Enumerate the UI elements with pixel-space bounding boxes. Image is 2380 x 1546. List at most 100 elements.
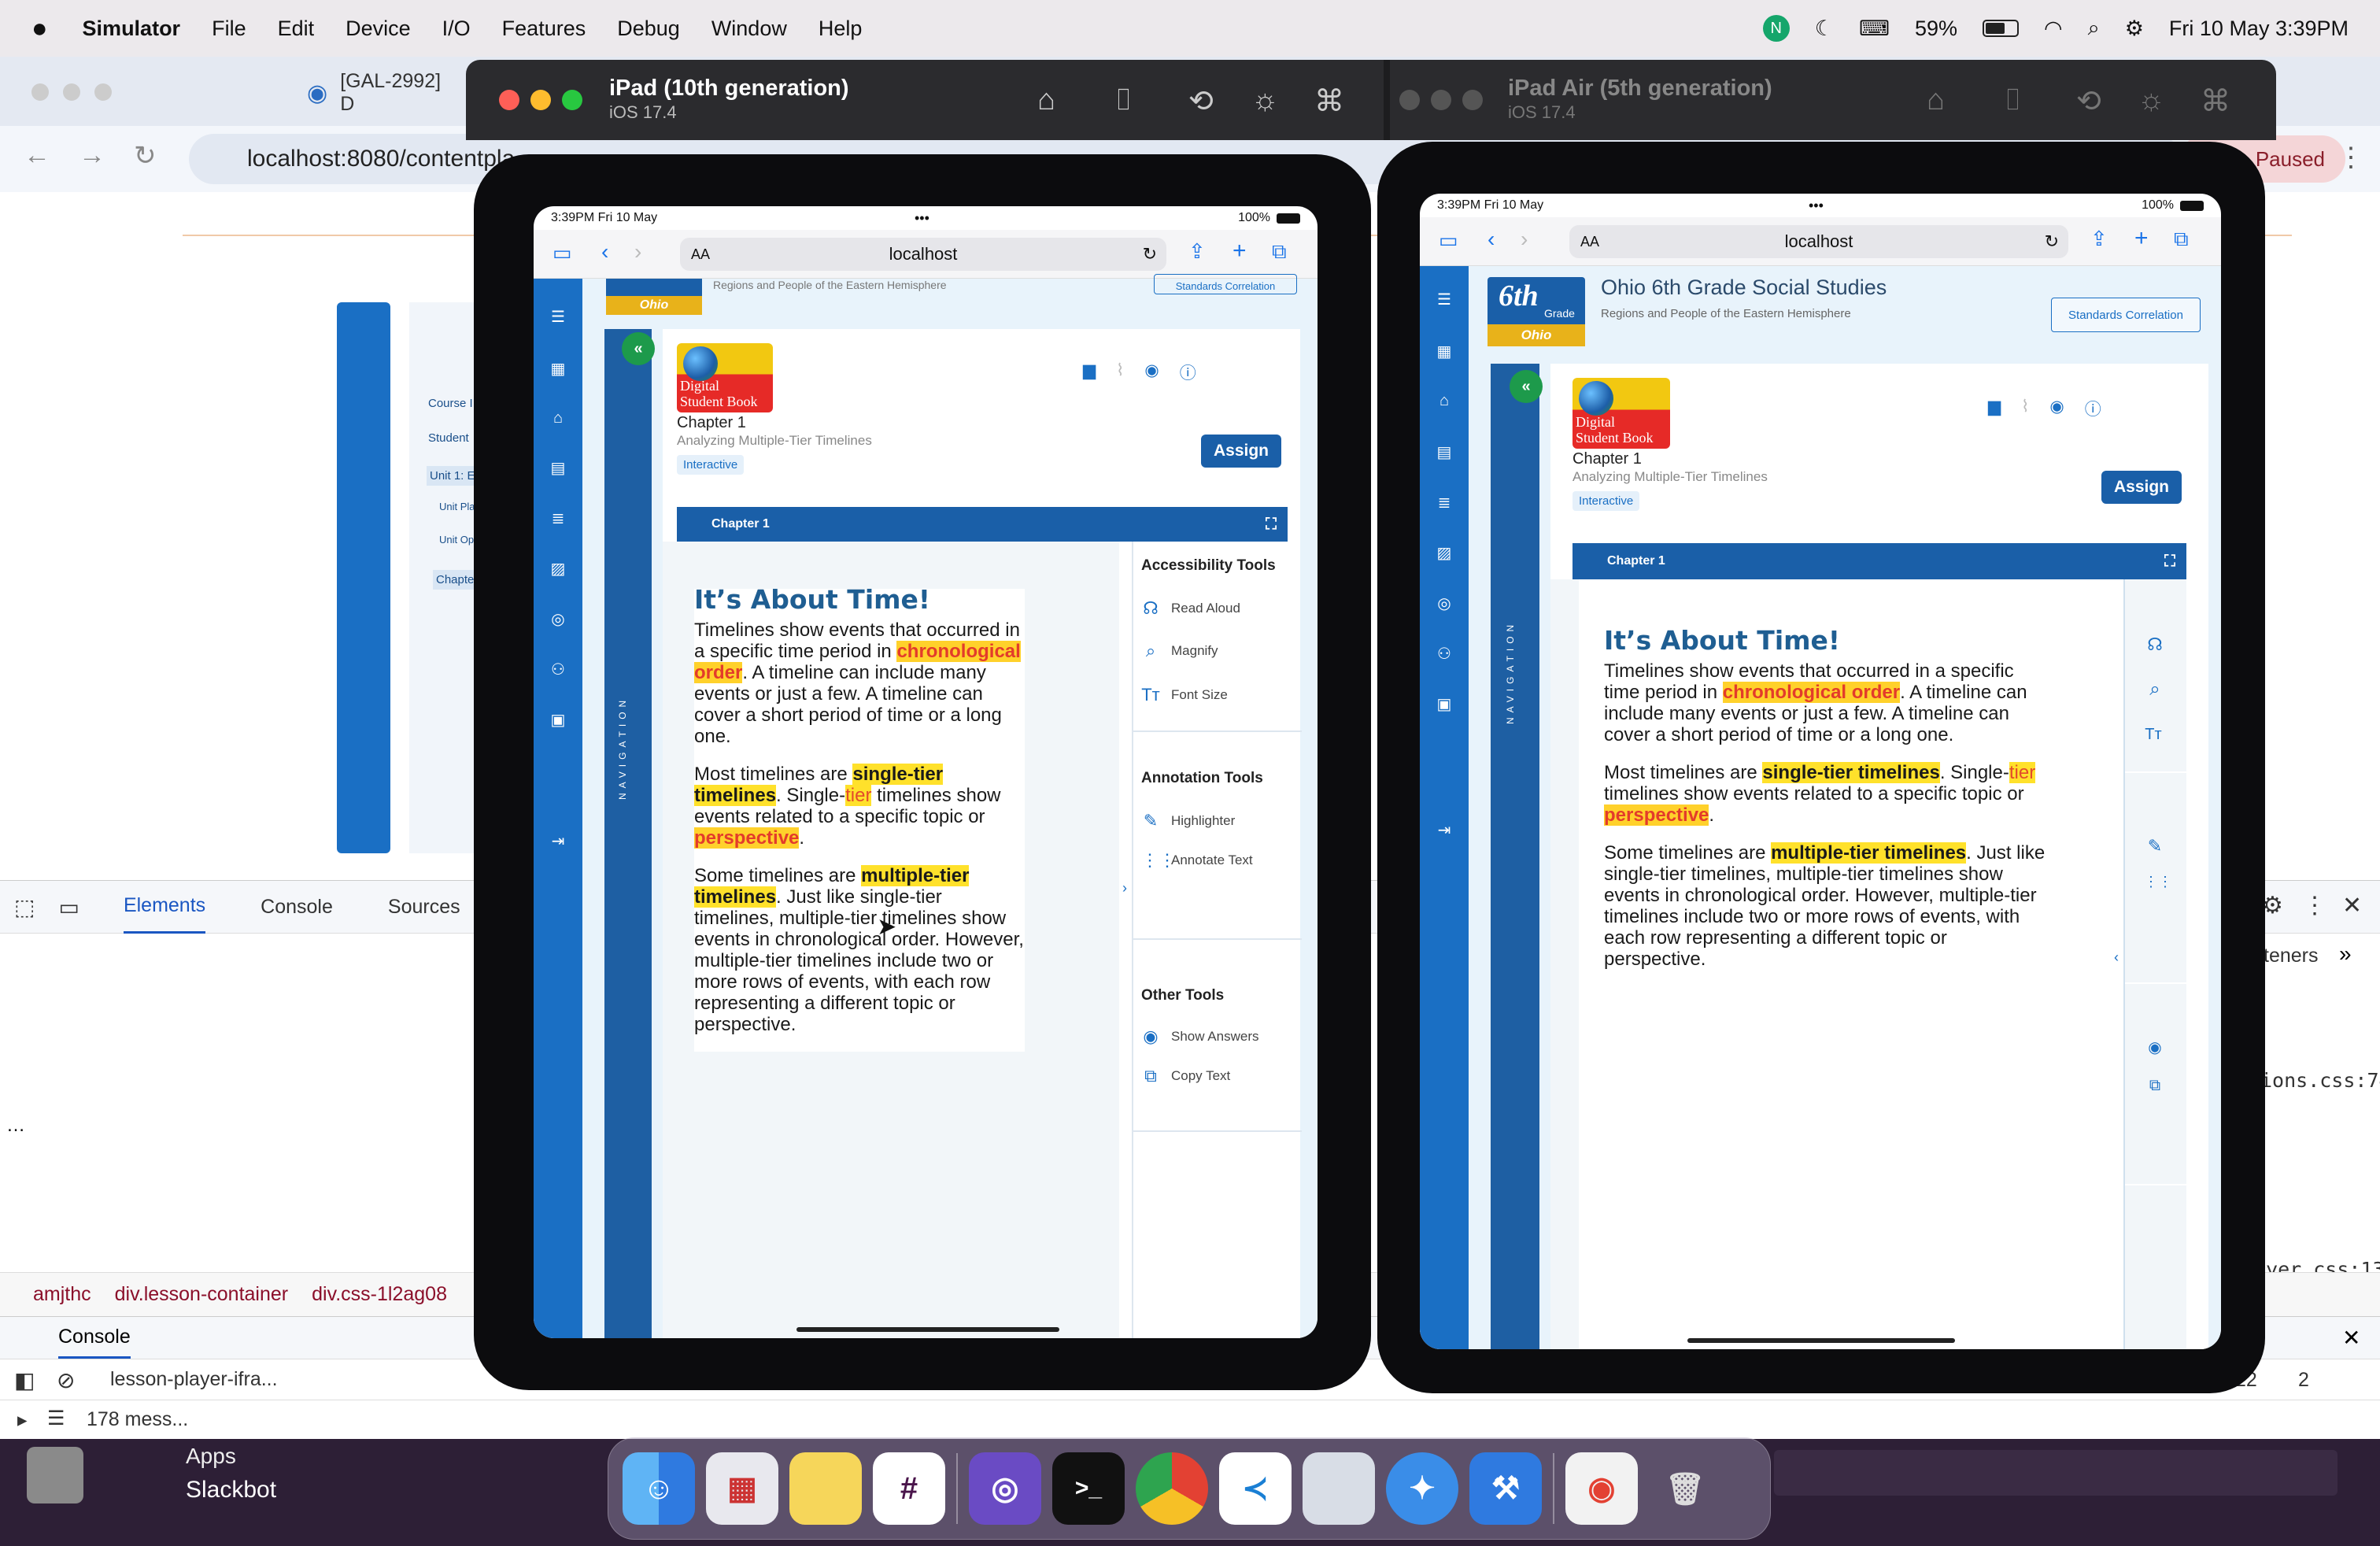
font-size-icon[interactable]: Tт xyxy=(2144,726,2163,744)
book-icon[interactable]: ▆ xyxy=(1083,361,1096,384)
home-icon[interactable]: ⌂ xyxy=(1037,83,1055,117)
read-aloud-tool[interactable]: ☊ Read Aloud xyxy=(1141,598,1240,619)
safari-url-field[interactable]: AA localhost ↻ xyxy=(1569,225,2068,258)
crumb[interactable]: div.css-1l2ag08 xyxy=(312,1283,447,1306)
clipboard-icon[interactable]: ▤ xyxy=(1428,442,1460,462)
slack-field[interactable] xyxy=(1774,1450,2338,1496)
inspect-icon[interactable]: ⬚ xyxy=(14,894,35,920)
highlight-perspective[interactable]: perspective xyxy=(694,827,800,849)
min-traffic[interactable] xyxy=(1431,90,1451,110)
palette-icon[interactable]: ◎ xyxy=(542,609,574,629)
screenshot-icon[interactable]: ⌷ xyxy=(1114,83,1133,117)
chrome-menu-icon[interactable]: ⋮ xyxy=(2338,142,2364,173)
clock[interactable]: Fri 10 May 3:39PM xyxy=(2169,17,2349,41)
menu-icon[interactable]: ☰ xyxy=(1428,290,1460,309)
devtools-more-icon[interactable]: ⋮ xyxy=(2303,892,2326,919)
max-traffic[interactable] xyxy=(94,83,112,101)
slackbot-label[interactable]: Slackbot xyxy=(186,1477,276,1503)
chrome-tab[interactable]: ◉ [GAL-2992] D xyxy=(291,68,472,118)
tabs-icon[interactable]: ⧉ xyxy=(1272,239,1287,264)
annotate-text-tool[interactable]: ⋮⋮ Annotate Text xyxy=(1141,850,1253,871)
crumb[interactable]: div.lesson-container xyxy=(115,1283,288,1306)
expand-icon[interactable]: ▸ xyxy=(17,1408,28,1432)
chart-icon[interactable]: ▣ xyxy=(1428,694,1460,714)
forward-icon[interactable]: › xyxy=(1521,227,1528,252)
slack-apps-label[interactable]: Apps xyxy=(186,1444,236,1469)
annotate-icon[interactable]: ⋮⋮ xyxy=(2144,874,2172,890)
multitask-dots[interactable]: ••• xyxy=(915,210,929,227)
safari-url-field[interactable]: AA localhost ↻ xyxy=(680,238,1166,271)
moon-icon[interactable]: ☾ xyxy=(1815,17,1834,41)
keyboard-cmd-icon[interactable]: ⌘ xyxy=(1314,83,1344,119)
control-center-icon[interactable]: ⚙ xyxy=(2125,17,2144,41)
home-indicator[interactable] xyxy=(1687,1338,1955,1343)
magnify-icon[interactable]: ⌕ xyxy=(2145,679,2164,701)
avatar[interactable] xyxy=(27,1447,83,1503)
close-traffic[interactable] xyxy=(1399,90,1420,110)
keyboard-cmd-icon[interactable]: ⌘ xyxy=(2201,83,2230,119)
font-size-tool[interactable]: Tт Font Size xyxy=(1141,685,1228,705)
highlight-tier[interactable]: tier xyxy=(2009,762,2036,783)
vscode-icon[interactable]: ≺ xyxy=(1219,1452,1292,1525)
devtools-close-icon[interactable]: ✕ xyxy=(2342,892,2362,919)
sidebar-icon[interactable]: ▭ xyxy=(1439,228,1458,253)
menu-debug[interactable]: Debug xyxy=(617,17,680,41)
menu-file[interactable]: File xyxy=(212,17,246,41)
brightness-icon[interactable]: ☼ xyxy=(2138,83,2165,117)
book-icon[interactable]: ▆ xyxy=(1988,397,2001,420)
group-icon[interactable]: ⚇ xyxy=(1428,644,1460,664)
read-aloud-icon[interactable]: ☊ xyxy=(2145,634,2164,655)
context-select[interactable]: lesson-player-ifra... xyxy=(110,1368,278,1391)
highlight-single-tier[interactable]: single-tier timelines xyxy=(1762,762,1940,783)
tab-sources[interactable]: Sources xyxy=(388,896,460,919)
max-traffic[interactable] xyxy=(1462,90,1483,110)
screenshot-icon[interactable]: ⌷ xyxy=(2004,83,2022,117)
menu-edit[interactable]: Edit xyxy=(278,17,315,41)
collapse-nav-button[interactable]: « xyxy=(1510,370,1543,403)
github-icon[interactable]: ◎ xyxy=(969,1452,1041,1525)
finder-icon[interactable]: ☺ xyxy=(623,1452,695,1525)
assign-button[interactable]: Assign xyxy=(1201,435,1281,468)
standards-button[interactable]: Standards Correlation xyxy=(1154,274,1297,294)
back-icon[interactable]: ‹ xyxy=(1488,227,1495,252)
fullscreen-icon[interactable]: ⛶ xyxy=(1266,516,1277,534)
drawer-close-icon[interactable]: ✕ xyxy=(2342,1325,2360,1351)
battery-icon[interactable] xyxy=(1983,20,2020,37)
device-toolbar-icon[interactable]: ▭ xyxy=(58,894,79,920)
menu-help[interactable]: Help xyxy=(819,17,863,41)
reload-icon[interactable]: ↻ xyxy=(1143,244,1157,264)
forward-icon[interactable]: → xyxy=(79,140,105,171)
eye-icon[interactable]: ◉ xyxy=(1144,361,1159,384)
paperclip-icon[interactable]: ⌇ xyxy=(2021,397,2029,420)
graduation-icon[interactable]: ⌂ xyxy=(542,409,574,427)
sidebar-icon[interactable]: ▭ xyxy=(552,241,572,265)
trash-icon[interactable]: 🗑 xyxy=(1649,1452,1721,1525)
list-icon[interactable]: ≣ xyxy=(542,509,574,528)
menu-device[interactable]: Device xyxy=(346,17,411,41)
home-icon[interactable]: ⌂ xyxy=(1927,83,1945,117)
fullscreen-icon[interactable]: ⛶ xyxy=(2164,553,2175,571)
search-icon[interactable]: ⌕ xyxy=(2088,16,2100,41)
collapse-nav-button[interactable]: « xyxy=(622,332,655,365)
aa-button[interactable]: AA xyxy=(691,246,710,263)
paperclip-icon[interactable]: ⌇ xyxy=(1116,361,1124,384)
preview-icon[interactable] xyxy=(1303,1452,1375,1525)
min-traffic[interactable] xyxy=(63,83,80,101)
apple-icon[interactable]: ● xyxy=(31,13,48,44)
sidebar-toggle-icon[interactable]: ◧ xyxy=(14,1367,35,1393)
brightness-icon[interactable]: ☼ xyxy=(1251,83,1279,117)
image-icon[interactable]: ▨ xyxy=(1428,543,1460,563)
listeners-label[interactable]: teners xyxy=(2264,945,2318,967)
launchpad-icon[interactable]: ▦ xyxy=(706,1452,778,1525)
safari-icon[interactable]: ✦ xyxy=(1386,1452,1458,1525)
forward-icon[interactable]: › xyxy=(634,239,641,264)
share-icon[interactable]: ⇪ xyxy=(1188,239,1206,264)
xcode-icon[interactable]: ⚒ xyxy=(1469,1452,1542,1525)
tools-toggle-arrow[interactable]: › xyxy=(1122,880,1127,897)
back-icon[interactable]: ‹ xyxy=(601,239,608,264)
close-traffic[interactable] xyxy=(499,90,519,110)
list-icon[interactable]: ≣ xyxy=(1428,493,1460,512)
dashboard-icon[interactable]: ▦ xyxy=(542,359,574,379)
copy-icon[interactable]: ⧉ xyxy=(2145,1077,2164,1095)
share-icon[interactable]: ⇪ xyxy=(2090,227,2108,251)
